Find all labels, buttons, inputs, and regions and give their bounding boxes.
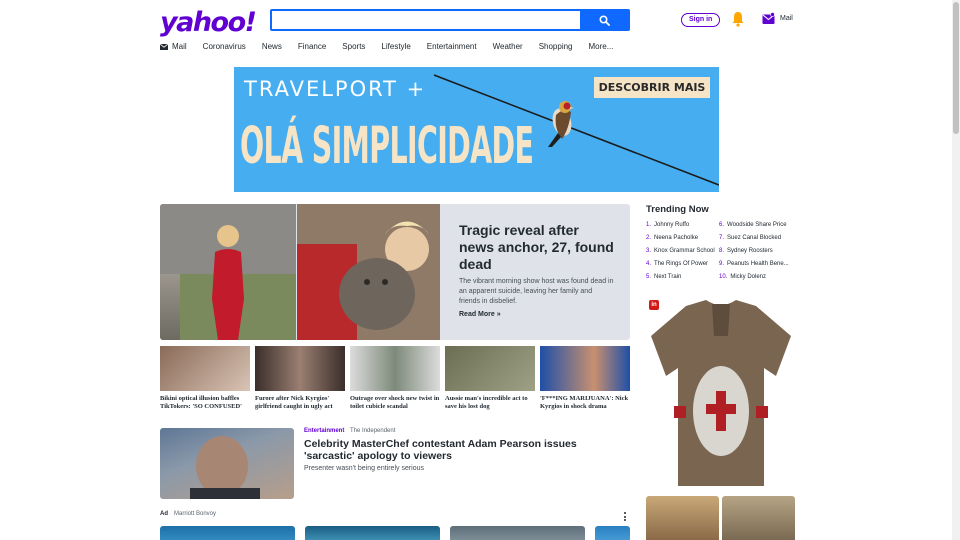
featured-story-image[interactable] [160, 428, 294, 499]
story-card[interactable]: Aussie man's incredible act to save his … [445, 346, 535, 412]
story-card[interactable]: Outrage over shock new twist in toilet c… [350, 346, 440, 412]
search-icon [598, 14, 610, 26]
mail-icon [160, 43, 168, 50]
trending-item[interactable]: 9. Peanuts Health Bene... [719, 261, 789, 267]
trending-item[interactable]: 3. Knox Grammar School [646, 248, 715, 254]
yahoo-homepage: yahoo! Sign in Mail Mail Coronavirus New… [0, 0, 960, 540]
story-caption: Furore after Nick Kyrgios' girlfriend ca… [255, 395, 333, 411]
featured-story-description: Presenter wasn't being entirely serious [304, 465, 425, 472]
banner-ad[interactable]: TRAVELPORT + DESCOBRIR MAIS OLÁ SIMPLICI… [234, 67, 719, 192]
side-ad-shirt[interactable] [646, 296, 796, 491]
trending-item[interactable]: 7. Suez Canal Blocked [719, 235, 781, 241]
page-scrollbar-thumb[interactable] [953, 2, 959, 134]
banner-headline: OLÁ SIMPLICIDADE [240, 117, 534, 176]
ad-sponsor[interactable]: Marriott Bonvoy [174, 511, 216, 517]
ad-brand-badge-icon[interactable]: in [649, 300, 659, 310]
hero-text-block: Tragic reveal after news anchor, 27, fou… [459, 222, 614, 320]
trending-title: Trending Now [646, 204, 709, 215]
nav-item-more[interactable]: More... [589, 42, 614, 51]
nav-item-coronavirus[interactable]: Coronavirus [203, 42, 246, 51]
shirt-illustration [646, 296, 796, 491]
yahoo-logo[interactable]: yahoo! [160, 8, 257, 38]
trending-item[interactable]: 1. Johnny Ruffo [646, 222, 689, 228]
mail-icon [762, 12, 775, 24]
story-card[interactable]: 'F***ING MARIJUANA': Nick Kyrgios in sho… [540, 346, 630, 412]
nav-item-sports[interactable]: Sports [342, 42, 365, 51]
featured-story-title[interactable]: Celebrity MasterChef contestant Adam Pea… [304, 438, 604, 462]
nav-item-finance[interactable]: Finance [298, 42, 326, 51]
notification-bell-icon[interactable] [731, 11, 745, 27]
ad-card[interactable] [160, 526, 295, 540]
signin-button[interactable]: Sign in [681, 13, 721, 27]
mail-link[interactable]: Mail [762, 12, 793, 25]
story-card[interactable]: Furore after Nick Kyrgios' girlfriend ca… [255, 346, 345, 412]
ad-label: Ad [160, 511, 168, 517]
story-image [350, 346, 440, 391]
trending-item[interactable]: 5. Next Train [646, 274, 681, 280]
story-image [445, 346, 535, 391]
story-caption: Bikini optical illusion baffles TikToker… [160, 395, 242, 411]
trending-item[interactable]: 4. The Rings Of Power [646, 261, 708, 267]
ad-card[interactable] [450, 526, 585, 540]
nav-item-weather[interactable]: Weather [493, 42, 523, 51]
hero-figure-illustration [160, 204, 296, 340]
story-card[interactable]: Bikini optical illusion baffles TikToker… [160, 346, 250, 412]
mail-label: Mail [780, 15, 793, 22]
hero-description: The vibrant morning show host was found … [459, 278, 614, 305]
search-bar [270, 9, 630, 31]
story-image [160, 346, 250, 391]
story-caption: Outrage over shock new twist in toilet c… [350, 395, 440, 411]
hero-read-more-link[interactable]: Read More » [459, 310, 614, 320]
featured-portrait-illustration [190, 436, 260, 499]
nav-item-entertainment[interactable]: Entertainment [427, 42, 477, 51]
side-ad-thumbnail[interactable] [646, 496, 719, 540]
hero-story[interactable]: Tragic reveal after news anchor, 27, fou… [160, 204, 630, 340]
hero-title[interactable]: Tragic reveal after news anchor, 27, fou… [459, 222, 614, 273]
hero-image-woman [160, 204, 296, 340]
story-image [540, 346, 630, 391]
ad-more-options-icon[interactable] [622, 512, 628, 521]
main-nav: Mail Coronavirus News Finance Sports Lif… [160, 42, 629, 51]
featured-story-category[interactable]: Entertainment [304, 428, 344, 434]
nav-item-label: Mail [172, 42, 187, 51]
trending-item[interactable]: 8. Sydney Roosters [719, 248, 773, 254]
featured-story-meta: Entertainment The Independent [304, 428, 395, 434]
trending-item[interactable]: 2. Neena Pacholke [646, 235, 698, 241]
trending-item[interactable]: 10. Micky Dolenz [719, 274, 766, 280]
story-image [255, 346, 345, 391]
nav-item-mail[interactable]: Mail [160, 42, 187, 51]
ad-card[interactable] [305, 526, 440, 540]
ad-row-header: Ad Marriott Bonvoy [160, 511, 216, 517]
search-button[interactable] [580, 11, 628, 29]
story-caption: Aussie man's incredible act to save his … [445, 395, 528, 411]
story-caption: 'F***ING MARIJUANA': Nick Kyrgios in sho… [540, 395, 629, 411]
search-input[interactable] [272, 11, 580, 29]
side-ad-thumbnail[interactable] [722, 496, 795, 540]
nav-item-lifestyle[interactable]: Lifestyle [381, 42, 410, 51]
nav-item-shopping[interactable]: Shopping [539, 42, 573, 51]
featured-story-source: The Independent [350, 428, 396, 434]
nav-item-news[interactable]: News [262, 42, 282, 51]
ad-card[interactable] [595, 526, 630, 540]
hero-cat-illustration [297, 204, 440, 340]
hero-image-cat [297, 204, 440, 340]
trending-item[interactable]: 6. Woodside Share Price [719, 222, 787, 228]
